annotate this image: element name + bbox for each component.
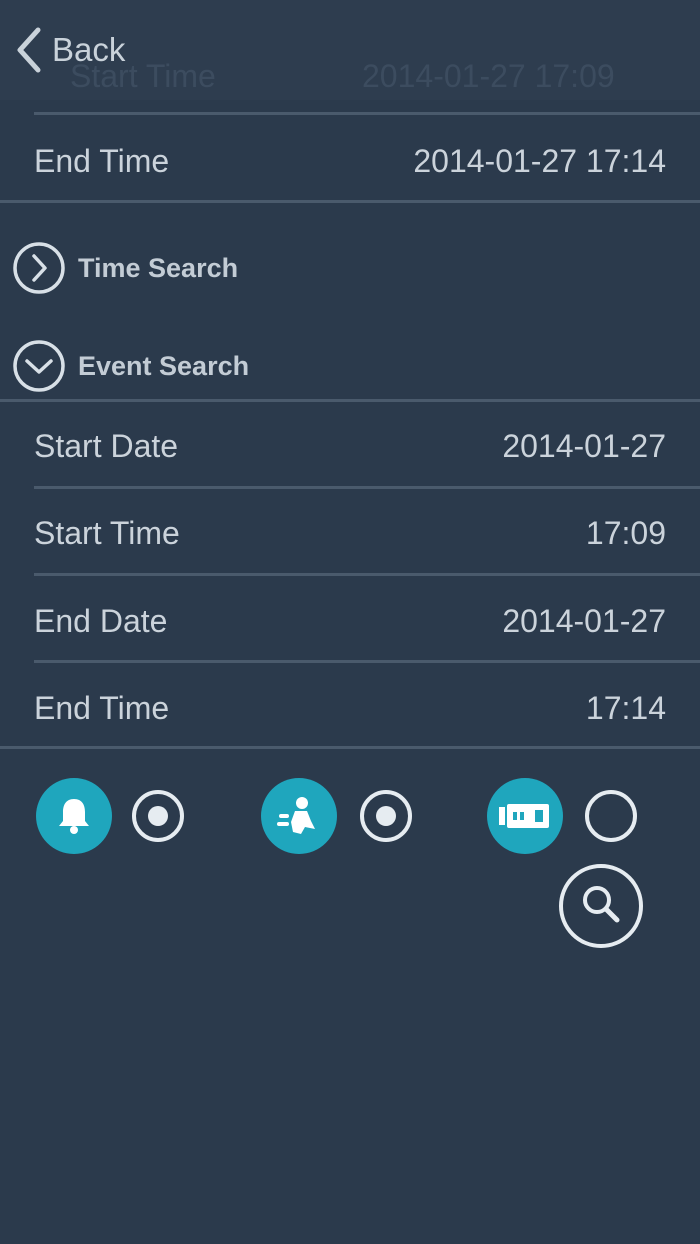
motion-person-icon — [275, 794, 323, 838]
divider — [0, 746, 700, 749]
row-label: End Time — [34, 142, 170, 179]
end-date-row[interactable]: End Date 2014-01-27 — [34, 591, 666, 651]
divider — [0, 200, 700, 203]
row-value: 2014-01-27 17:14 — [413, 142, 666, 179]
chevron-right-circle-icon — [12, 241, 78, 295]
divider — [0, 399, 700, 402]
divider — [34, 112, 700, 115]
row-value: 2014-01-27 — [502, 602, 666, 639]
event-search-screen: Start Time 2014-01-27 17:09 Back End Tim… — [0, 0, 700, 1244]
section-label: Event Search — [78, 350, 250, 381]
selected-dot — [376, 806, 396, 826]
section-label: Time Search — [78, 252, 239, 283]
row-label: Start Date — [34, 427, 179, 464]
search-icon — [578, 881, 624, 932]
selected-dot — [148, 806, 168, 826]
back-button[interactable]: Back — [14, 22, 125, 78]
end-time-row[interactable]: End Time 17:14 — [34, 678, 666, 738]
chevron-left-icon — [14, 26, 44, 74]
start-time-row[interactable]: Start Time 17:09 — [34, 503, 666, 563]
sensor-event-button[interactable] — [487, 778, 563, 854]
navigation-bar: Start Time 2014-01-27 17:09 Back — [0, 0, 700, 100]
start-date-row[interactable]: Start Date 2014-01-27 — [34, 416, 666, 476]
alarm-event-radio[interactable] — [132, 790, 184, 842]
back-label: Back — [52, 31, 126, 68]
divider — [34, 573, 700, 576]
row-label: End Time — [34, 689, 170, 726]
sensor-event-radio[interactable] — [585, 790, 637, 842]
divider — [34, 660, 700, 663]
row-label: End Date — [34, 602, 168, 639]
row-value: 2014-01-27 — [502, 427, 666, 464]
sensor-icon — [497, 801, 553, 831]
chevron-down-circle-icon — [12, 339, 78, 393]
row-value: 17:09 — [585, 514, 666, 551]
event-search-header[interactable]: Event Search — [12, 338, 249, 394]
search-button[interactable] — [559, 864, 643, 948]
time-search-header[interactable]: Time Search — [12, 240, 238, 296]
time-search-end-time-row[interactable]: End Time 2014-01-27 17:14 — [34, 131, 666, 191]
bell-icon — [52, 794, 96, 838]
scrolled-row-value: 2014-01-27 17:09 — [362, 58, 615, 94]
row-label: Start Time — [34, 514, 180, 551]
motion-event-radio[interactable] — [360, 790, 412, 842]
divider — [34, 486, 700, 489]
motion-event-button[interactable] — [261, 778, 337, 854]
row-value: 17:14 — [585, 689, 666, 726]
alarm-event-button[interactable] — [36, 778, 112, 854]
